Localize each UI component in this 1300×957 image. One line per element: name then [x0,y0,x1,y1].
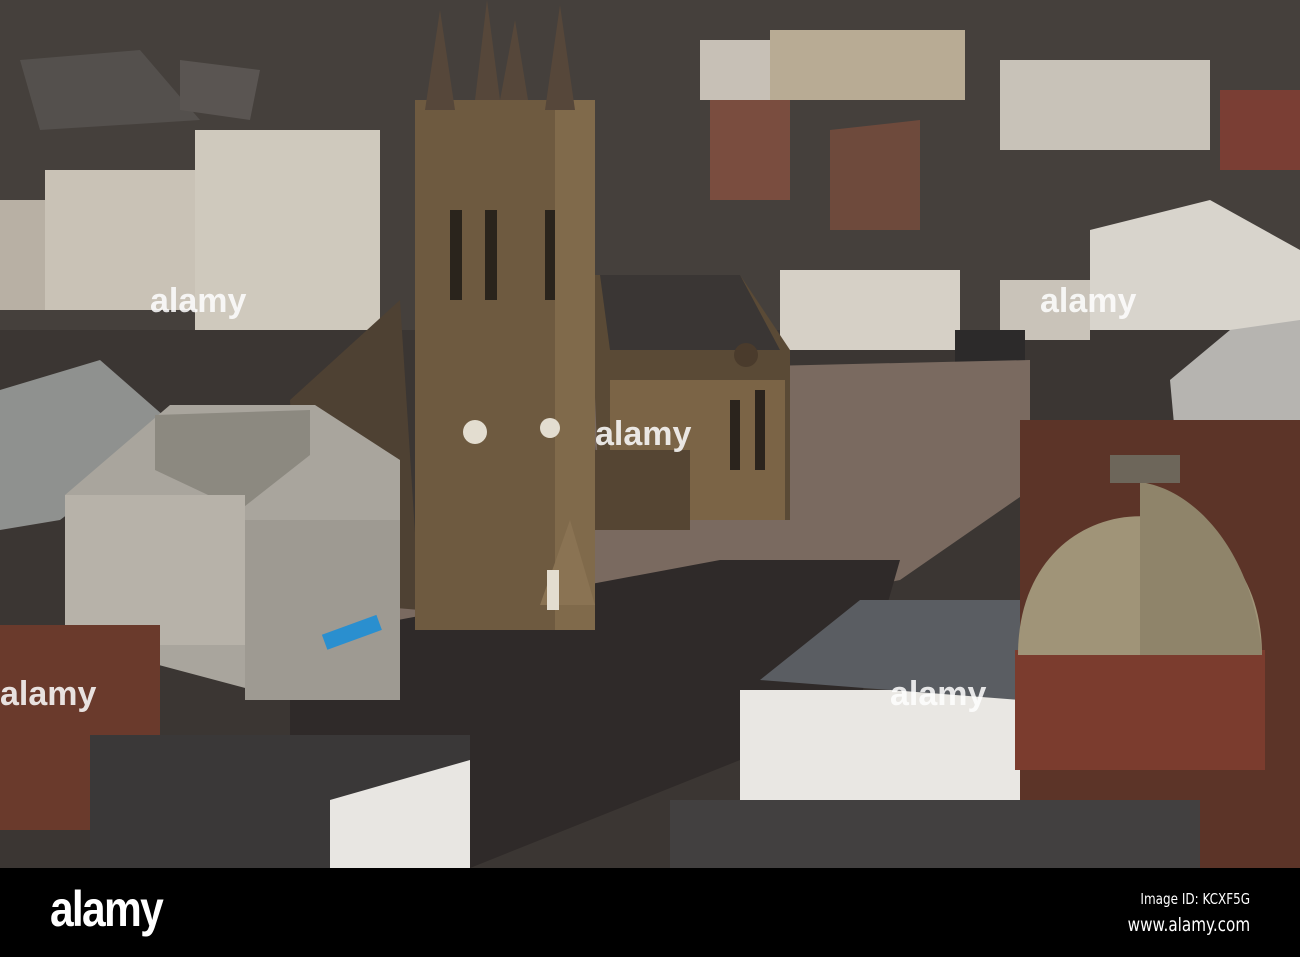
svg-text:alamy: alamy [1040,282,1136,320]
svg-text:alamy: alamy [150,282,246,320]
svg-text:alamy: alamy [0,675,96,713]
svg-text:alamy: alamy [595,415,691,453]
svg-text:alamy: alamy [890,675,986,713]
alamy-logo: alamy [50,881,164,937]
website-link[interactable]: www.alamy.com [1127,914,1250,936]
image-id: Image ID: KCXF5G [1140,890,1250,908]
aerial-town-photo: alamy alamy alamy alamy alamy [0,0,1300,868]
clock-face [463,420,487,444]
footer-bar: alamy Image ID: KCXF5G www.alamy.com [0,868,1300,957]
